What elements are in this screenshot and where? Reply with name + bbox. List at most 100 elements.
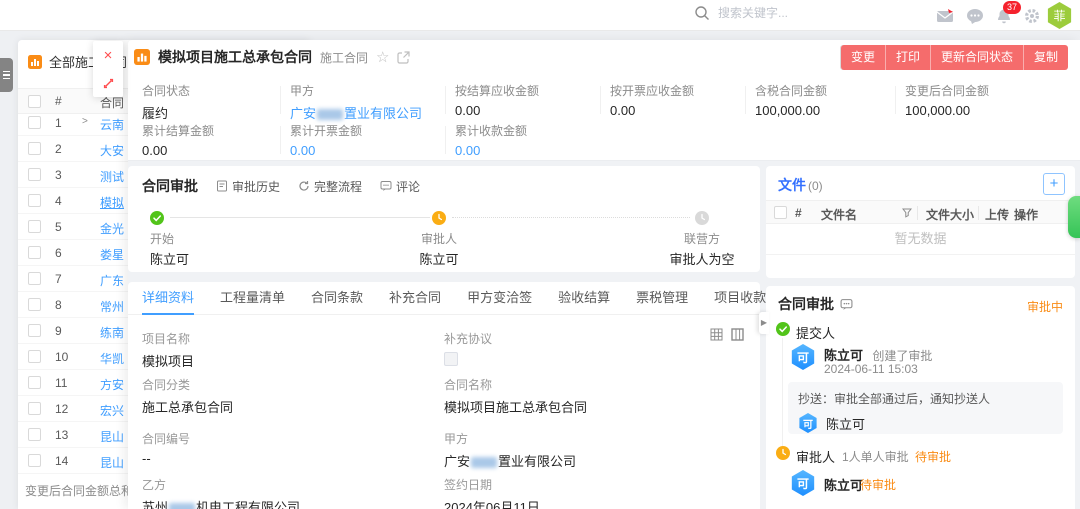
contract-link[interactable]: 宏兴 bbox=[100, 402, 124, 419]
collapse-arrow-icon[interactable]: ▶ bbox=[759, 312, 769, 334]
field-contract-code: 合同编号 -- bbox=[142, 430, 190, 466]
row-checkbox[interactable] bbox=[28, 402, 41, 415]
row-checkbox[interactable] bbox=[28, 376, 41, 389]
contract-type-tag: 施工合同 bbox=[320, 49, 368, 66]
row-index: 12 bbox=[55, 402, 68, 416]
approval-flow-card: 合同审批 审批历史 完整流程 评论 bbox=[128, 166, 760, 272]
row-checkbox[interactable] bbox=[28, 116, 41, 129]
external-link-icon[interactable] bbox=[397, 51, 410, 64]
contract-link[interactable]: 娄星 bbox=[100, 246, 124, 263]
copy-button[interactable]: 复制 bbox=[1023, 45, 1068, 70]
party-b-link[interactable]: 苏州机电工程有限公司 bbox=[142, 497, 300, 509]
tab-receipt[interactable]: 项目收款 bbox=[714, 282, 766, 315]
mail-icon[interactable] bbox=[936, 7, 954, 25]
tab-supplement[interactable]: 补充合同 bbox=[389, 282, 441, 315]
party-a-link[interactable]: 广安置业有限公司 bbox=[290, 103, 422, 122]
approver-pending-icon bbox=[776, 446, 790, 460]
tab-boq[interactable]: 工程量清单 bbox=[220, 282, 285, 315]
approver-pending-text: 待审批 bbox=[860, 476, 896, 493]
tab-terms[interactable]: 合同条款 bbox=[311, 282, 363, 315]
side-assistant-tab[interactable] bbox=[1068, 196, 1080, 238]
row-checkbox[interactable] bbox=[28, 324, 41, 337]
contract-link-active[interactable]: 模拟 bbox=[100, 194, 124, 211]
contract-link[interactable]: 常州 bbox=[100, 298, 124, 315]
tab-party-a-change[interactable]: 甲方变洽签 bbox=[467, 282, 532, 315]
settings-gear-icon[interactable] bbox=[1024, 8, 1040, 24]
print-button[interactable]: 打印 bbox=[885, 45, 930, 70]
field-sign-date: 签约日期 2024年06月11日 bbox=[444, 476, 540, 509]
avatar: 可 bbox=[798, 413, 818, 433]
total-received-link[interactable]: 0.00 bbox=[455, 143, 527, 158]
sidebar-collapse-handle[interactable] bbox=[0, 58, 13, 92]
field-total-settle: 累计结算金额 0.00 bbox=[142, 122, 214, 158]
favorite-star-icon[interactable]: ☆ bbox=[376, 48, 389, 66]
files-count: (0) bbox=[808, 179, 823, 193]
flow-card-title: 合同审批 bbox=[142, 176, 198, 196]
row-checkbox[interactable] bbox=[28, 454, 41, 467]
chat-icon[interactable] bbox=[966, 7, 984, 25]
tab-bar: 详细资料 工程量清单 合同条款 补充合同 甲方变洽签 验收结算 票税管理 项目收… bbox=[128, 282, 760, 315]
row-checkbox[interactable] bbox=[28, 428, 41, 441]
row-checkbox[interactable] bbox=[28, 272, 41, 285]
files-select-all-checkbox[interactable] bbox=[774, 206, 787, 219]
row-index: 2 bbox=[55, 142, 62, 156]
contract-link[interactable]: 广东 bbox=[100, 272, 124, 289]
row-checkbox[interactable] bbox=[28, 246, 41, 259]
row-expand-icon[interactable]: > bbox=[82, 116, 88, 127]
supplement-checkbox[interactable] bbox=[444, 352, 458, 366]
row-checkbox[interactable] bbox=[28, 350, 41, 363]
party-a-link[interactable]: 广安置业有限公司 bbox=[444, 451, 576, 470]
global-search[interactable] bbox=[694, 5, 868, 21]
project-link[interactable]: 模拟项目 bbox=[142, 351, 194, 370]
select-all-checkbox[interactable] bbox=[28, 95, 41, 108]
close-panel-button[interactable]: × bbox=[93, 41, 123, 69]
comment-link[interactable]: 评论 bbox=[380, 178, 420, 195]
row-checkbox[interactable] bbox=[28, 142, 41, 155]
tab-acceptance[interactable]: 验收结算 bbox=[558, 282, 610, 315]
row-checkbox[interactable] bbox=[28, 168, 41, 181]
field-party-a: 甲方 广安置业有限公司 bbox=[290, 82, 422, 122]
contract-link[interactable]: 大安 bbox=[100, 142, 124, 159]
field-total-invoice: 累计开票金额 0.00 bbox=[290, 122, 362, 158]
step-done-icon bbox=[150, 211, 164, 225]
user-avatar[interactable]: 菲 bbox=[1046, 2, 1073, 29]
tab-tax[interactable]: 票税管理 bbox=[636, 282, 688, 315]
redacted-text bbox=[317, 109, 343, 120]
cc-note-text: 抄送：审批全部通过后，通知抄送人 bbox=[798, 390, 1053, 407]
flow-step-approver: 审批人 陈立可 bbox=[389, 230, 489, 268]
row-checkbox[interactable] bbox=[28, 194, 41, 207]
approval-history-link[interactable]: 审批历史 bbox=[216, 178, 280, 195]
expand-panel-button[interactable] bbox=[93, 69, 123, 97]
contract-link[interactable]: 昆山 bbox=[100, 454, 124, 471]
refresh-cycle-icon bbox=[298, 180, 310, 192]
update-status-button[interactable]: 更新合同状态 bbox=[930, 45, 1023, 70]
contract-link[interactable]: 云南 bbox=[100, 116, 124, 133]
field-settle-receivable: 按结算应收金额 0.00 bbox=[455, 82, 539, 118]
contract-link[interactable]: 华凯 bbox=[100, 350, 124, 367]
row-index: 14 bbox=[55, 454, 68, 468]
history-doc-icon bbox=[216, 180, 228, 192]
contract-link[interactable]: 昆山 bbox=[100, 428, 124, 445]
row-checkbox[interactable] bbox=[28, 220, 41, 233]
total-invoice-link[interactable]: 0.00 bbox=[290, 143, 362, 158]
filter-funnel-icon[interactable] bbox=[902, 208, 912, 218]
row-index: 8 bbox=[55, 298, 62, 312]
field-supplement: 补充协议 bbox=[444, 330, 492, 366]
contract-link[interactable]: 金光 bbox=[100, 220, 124, 237]
approver-name: 陈立可 bbox=[824, 475, 863, 494]
grid-view-icon[interactable] bbox=[710, 328, 723, 341]
redacted-text bbox=[169, 503, 195, 509]
tab-detail-info[interactable]: 详细资料 bbox=[142, 282, 194, 315]
row-checkbox[interactable] bbox=[28, 298, 41, 311]
comment-icon bbox=[380, 180, 392, 192]
summary-footer-label: 变更后合同金额总和: bbox=[25, 482, 136, 499]
column-view-icon[interactable] bbox=[731, 328, 744, 341]
contract-link[interactable]: 练南 bbox=[100, 324, 124, 341]
full-flow-link[interactable]: 完整流程 bbox=[298, 178, 362, 195]
contract-link[interactable]: 测试 bbox=[100, 168, 124, 185]
search-input[interactable] bbox=[718, 6, 868, 20]
change-button[interactable]: 变更 bbox=[841, 45, 885, 70]
add-file-button[interactable]: + bbox=[1043, 173, 1065, 195]
contract-link[interactable]: 方安 bbox=[100, 376, 124, 393]
comment-icon[interactable] bbox=[840, 298, 853, 311]
